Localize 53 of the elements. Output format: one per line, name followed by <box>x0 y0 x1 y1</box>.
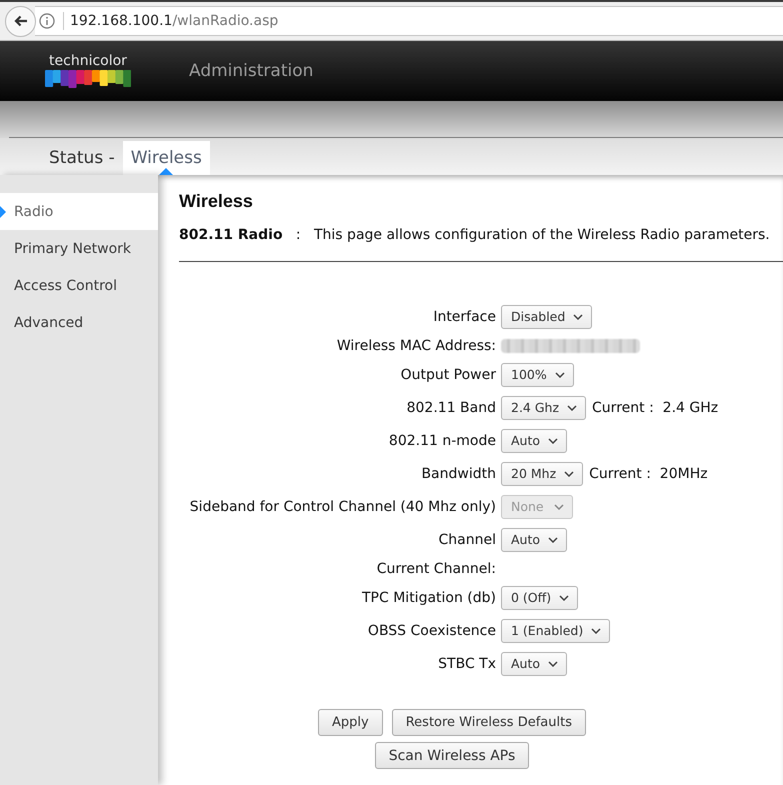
selected-arrow-icon <box>0 206 6 218</box>
dropdown[interactable]: 0 (Off) <box>501 586 578 610</box>
address-field[interactable]: 192.168.100.1/wlanRadio.asp <box>35 6 783 36</box>
chevron-icon <box>548 660 558 666</box>
sidebar-item[interactable]: Access Control <box>0 267 158 304</box>
page-title: Wireless <box>179 191 254 211</box>
action-button[interactable]: Restore Wireless Defaults <box>392 709 586 736</box>
back-button[interactable] <box>5 6 36 36</box>
dropdown[interactable]: Disabled <box>501 304 592 328</box>
current-value-text: Current : 20MHz <box>589 466 708 482</box>
field-label: Wireless MAC Address: <box>336 338 496 354</box>
action-button[interactable]: Apply <box>318 709 383 736</box>
chevron-icon <box>559 594 570 600</box>
field-label: TPC Mitigation (db) <box>361 590 496 606</box>
dropdown[interactable]: 1 (Enabled) <box>501 618 610 642</box>
current-value-text: Current : 2.4 GHz <box>592 400 718 416</box>
dropdown[interactable]: 100% <box>501 362 574 386</box>
info-icon[interactable] <box>39 13 55 29</box>
field-label: Sideband for Control Channel (40 Mhz only) <box>188 498 496 514</box>
logo-stripes-icon <box>45 70 131 88</box>
field-label: STBC Tx <box>437 656 496 672</box>
dropdown[interactable]: 2.4 Ghz <box>501 396 586 420</box>
chevron-icon <box>548 536 558 542</box>
field-label: Output Power <box>400 366 496 382</box>
action-button[interactable]: Scan Wireless APs <box>374 742 530 769</box>
chevron-icon <box>573 314 584 320</box>
dropdown[interactable]: Auto <box>501 652 568 676</box>
field-label: Channel <box>438 532 496 548</box>
back-arrow-icon <box>14 15 28 27</box>
sidebar-item[interactable]: Primary Network <box>0 230 158 267</box>
chevron-icon <box>554 372 565 378</box>
dropdown[interactable]: Auto <box>501 528 568 552</box>
field-label: 802.11 n-mode <box>388 432 496 448</box>
nav-tab[interactable]: Status - <box>41 141 123 175</box>
field-label: Interface <box>432 308 496 324</box>
field-label: Bandwidth <box>420 466 496 482</box>
chevron-icon <box>591 628 602 634</box>
chevron-icon <box>564 470 574 476</box>
dropdown[interactable]: Auto <box>501 428 568 452</box>
field-label: Current Channel: <box>376 560 496 576</box>
chevron-icon <box>554 504 564 510</box>
field-label: OBSS Coexistence <box>366 622 496 638</box>
page-description: 802.11 Radio : This page allows configuration of the Wireless Radio parameters. <box>179 226 771 245</box>
chevron-icon <box>567 404 578 410</box>
chevron-icon <box>548 438 558 444</box>
logo-text: technicolor <box>49 52 127 68</box>
sidebar-item[interactable]: Radio <box>0 193 158 230</box>
dropdown[interactable]: 20 Mhz <box>501 462 584 486</box>
tab-pointer-icon <box>159 168 174 175</box>
sidebar-item[interactable]: Advanced <box>0 304 158 341</box>
field-label: 802.11 Band <box>406 400 496 416</box>
header-title[interactable]: Administration <box>189 61 314 81</box>
nav-tab[interactable]: Wireless <box>122 141 210 175</box>
